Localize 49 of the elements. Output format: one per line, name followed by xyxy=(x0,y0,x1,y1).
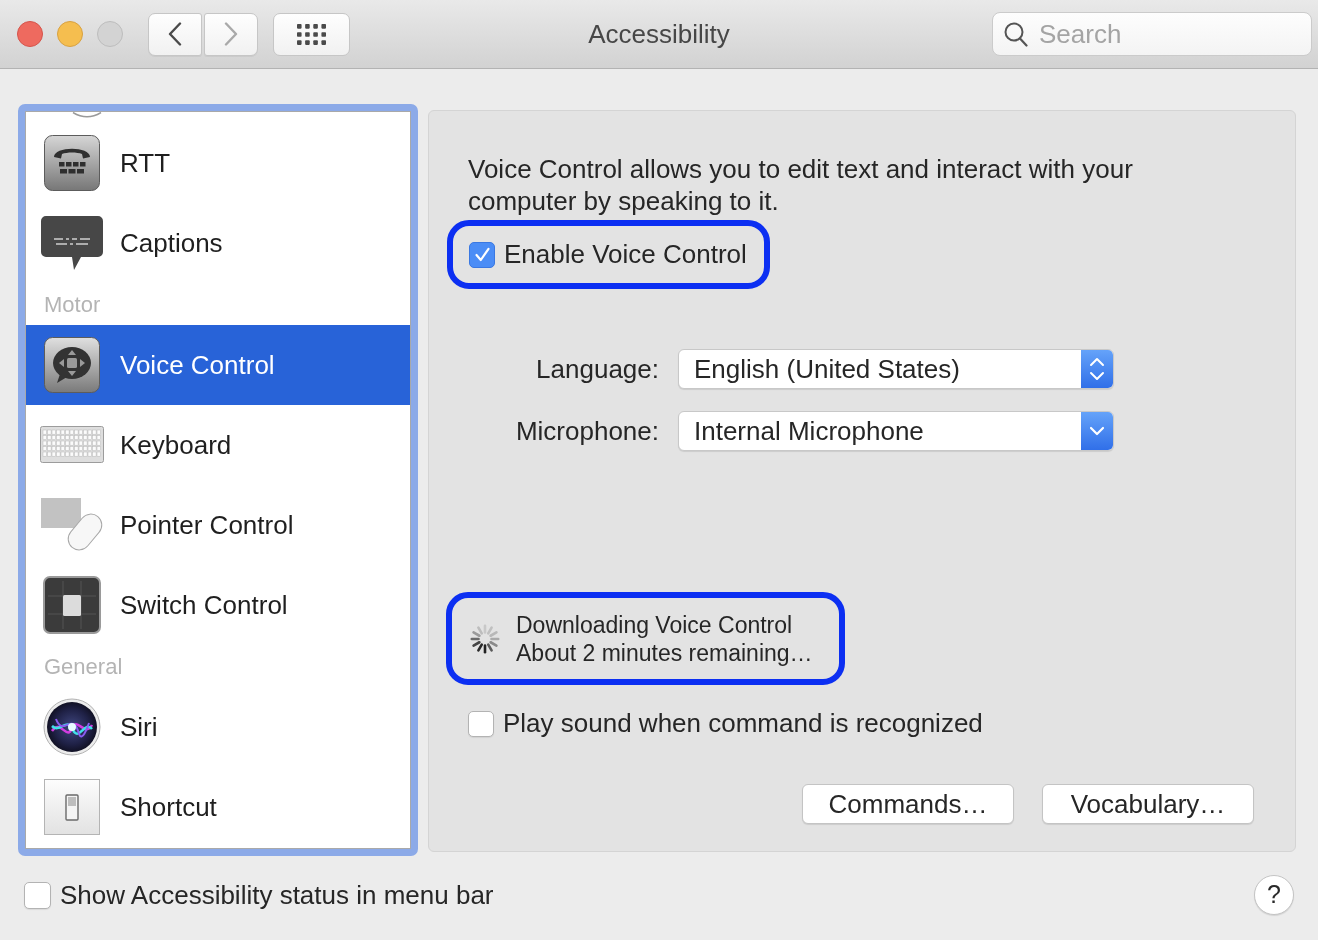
checkbox-label: Show Accessibility status in menu bar xyxy=(60,878,494,912)
sidebar-item[interactable]: RTT xyxy=(26,123,410,203)
minimize-window-button[interactable] xyxy=(57,21,83,47)
sidebar-item[interactable]: Switch Control xyxy=(26,565,410,645)
sidebar-item[interactable]: Siri xyxy=(26,687,410,767)
checkbox[interactable] xyxy=(24,881,51,909)
switch-grid-icon xyxy=(43,576,101,634)
up-down-chevron-icon xyxy=(1081,350,1113,388)
sidebar-item[interactable]: Shortcut xyxy=(26,767,410,847)
show-all-button[interactable] xyxy=(273,12,350,56)
window-title: Accessibility xyxy=(588,17,730,51)
search-field[interactable]: Search xyxy=(992,12,1312,56)
popup-button[interactable]: Internal Microphone xyxy=(678,411,1114,451)
keyboard-icon xyxy=(40,426,104,464)
back-button[interactable] xyxy=(148,12,202,56)
popup-button[interactable]: English (United States) xyxy=(678,349,1114,389)
sidebar-section-header: Motor xyxy=(44,290,101,319)
cut-off-icon xyxy=(72,112,102,118)
speech-bubble-icon xyxy=(41,216,103,270)
grid-icon xyxy=(297,23,326,45)
checkbox-label: Enable Voice Control xyxy=(504,238,747,271)
field-label: Microphone: xyxy=(514,414,659,448)
mouse-icon xyxy=(41,498,103,552)
telephone-icon xyxy=(44,135,100,191)
search-icon xyxy=(1004,22,1028,47)
sidebar-item[interactable]: Voice Control xyxy=(26,325,410,405)
loading-spinner-icon xyxy=(470,623,500,654)
chevron-right-icon xyxy=(224,22,238,46)
sidebar-item[interactable]: Pointer Control xyxy=(26,485,410,565)
chevron-left-icon xyxy=(168,22,182,46)
sidebar-section-header: General xyxy=(44,652,123,681)
push-button[interactable]: Vocabulary… xyxy=(1042,784,1254,824)
description-text: Voice Control allows you to edit text and interact with your computer by speaking to it. xyxy=(468,153,1134,217)
field-label: Language: xyxy=(535,352,659,386)
close-window-button[interactable] xyxy=(17,21,43,47)
checkbox[interactable] xyxy=(469,241,495,268)
orb-icon xyxy=(43,698,101,756)
toggle-switch-icon xyxy=(44,779,100,835)
chevron-down-icon xyxy=(1081,412,1113,450)
checkbox-label: Play sound when command is recognized xyxy=(503,707,983,740)
push-button[interactable]: Commands… xyxy=(802,784,1014,824)
help-button[interactable]: ? xyxy=(1254,875,1294,915)
sidebar-item[interactable]: Captions xyxy=(26,203,410,283)
download-title: Downloading Voice Control xyxy=(516,610,794,639)
checkmark-icon xyxy=(474,247,490,262)
sidebar-item[interactable]: Keyboard xyxy=(26,405,410,485)
speech-bubble-arrows-icon xyxy=(44,337,100,393)
download-detail: About 2 minutes remaining… xyxy=(516,638,813,667)
checkbox[interactable] xyxy=(468,710,494,737)
